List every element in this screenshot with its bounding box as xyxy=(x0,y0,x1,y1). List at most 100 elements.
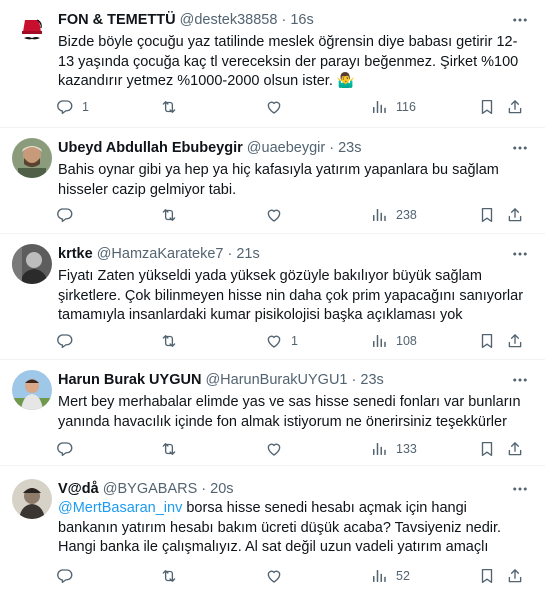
share-button[interactable] xyxy=(506,439,524,459)
timestamp[interactable]: 16s xyxy=(290,12,313,28)
display-name[interactable]: Ubeyd Abdullah Ebubeygir xyxy=(58,140,243,156)
bookmark-button[interactable] xyxy=(478,439,496,459)
like-button[interactable]: 1 xyxy=(265,331,298,351)
tweet-text: @MertBasaran_inv borsa hisse senedi hesa… xyxy=(58,499,525,558)
share-button[interactable] xyxy=(506,331,524,351)
tweet-header: krtke @HamzaKarateke7 · 21s xyxy=(58,245,505,264)
reply-button[interactable] xyxy=(56,439,82,459)
share-button[interactable] xyxy=(506,97,524,117)
tweet[interactable]: Harun Burak UYGUN @HarunBurakUYGU1 · 23s… xyxy=(0,360,545,466)
bookmark-button[interactable] xyxy=(478,97,496,117)
tweet-text: Mert bey merhabalar elimde yas ve sas hi… xyxy=(58,393,525,432)
separator-dot: · xyxy=(351,372,357,388)
timeline: FON & TEMETTÜ @destek38858 · 16s Bizde b… xyxy=(0,0,545,597)
like-button[interactable] xyxy=(265,205,291,225)
tweet-actions: 133 xyxy=(56,439,504,459)
tweet-header: V@då @BYGABARS · 20s xyxy=(58,480,505,499)
retweet-button[interactable] xyxy=(160,439,186,459)
display-name[interactable]: Harun Burak UYGUN xyxy=(58,372,201,388)
display-name[interactable]: FON & TEMETTÜ xyxy=(58,12,176,28)
reply-button[interactable] xyxy=(56,331,82,351)
views-icon xyxy=(370,440,388,458)
like-icon xyxy=(265,567,283,585)
retweet-button[interactable] xyxy=(160,566,186,586)
share-icon xyxy=(506,567,524,585)
more-icon[interactable] xyxy=(509,138,531,158)
views-button[interactable]: 238 xyxy=(370,205,417,225)
view-count: 52 xyxy=(396,569,410,583)
more-icon[interactable] xyxy=(509,244,531,264)
avatar[interactable] xyxy=(12,244,52,284)
reply-icon xyxy=(56,98,74,116)
timestamp[interactable]: 20s xyxy=(210,481,233,497)
reply-button[interactable] xyxy=(56,205,82,225)
bookmark-icon xyxy=(478,440,496,458)
reply-count: 1 xyxy=(82,100,89,114)
like-button[interactable] xyxy=(265,566,291,586)
retweet-button[interactable] xyxy=(160,331,186,351)
tweet-header: Ubeyd Abdullah Ebubeygir @uaebeygir · 23… xyxy=(58,139,505,158)
like-icon xyxy=(265,440,283,458)
mention-link[interactable]: @MertBasaran_inv xyxy=(58,500,182,516)
tweet-actions: 1 116 xyxy=(56,97,504,117)
tweet[interactable]: V@då @BYGABARS · 20s @MertBasaran_inv bo… xyxy=(0,469,545,597)
reply-icon xyxy=(56,567,74,585)
views-button[interactable]: 133 xyxy=(370,439,417,459)
views-icon xyxy=(370,332,388,350)
like-icon xyxy=(265,98,283,116)
separator-dot: · xyxy=(227,246,233,262)
share-icon xyxy=(506,98,524,116)
more-icon[interactable] xyxy=(509,370,531,390)
reply-icon xyxy=(56,440,74,458)
tweet-body: Bizde böyle çocuğu yaz tatilinde meslek … xyxy=(58,34,519,89)
views-button[interactable]: 52 xyxy=(370,566,410,586)
user-handle[interactable]: @uaebeygir xyxy=(247,140,325,156)
views-button[interactable]: 116 xyxy=(370,97,416,117)
reply-button[interactable]: 1 xyxy=(56,97,89,117)
bookmark-button[interactable] xyxy=(478,331,496,351)
like-button[interactable] xyxy=(265,439,291,459)
views-button[interactable]: 108 xyxy=(370,331,417,351)
separator-dot: · xyxy=(201,481,207,497)
user-handle[interactable]: @HamzaKarateke7 xyxy=(97,246,224,262)
avatar[interactable] xyxy=(12,138,52,178)
view-count: 133 xyxy=(396,442,417,456)
timestamp[interactable]: 21s xyxy=(236,246,259,262)
user-handle[interactable]: @destek38858 xyxy=(180,12,278,28)
tweet-text: Fiyatı Zaten yükseldi yada yüksek gözüyl… xyxy=(58,267,525,326)
reply-button[interactable] xyxy=(56,566,82,586)
share-icon xyxy=(506,440,524,458)
user-handle[interactable]: @BYGABARS xyxy=(103,481,198,497)
display-name[interactable]: V@då xyxy=(58,481,99,497)
share-button[interactable] xyxy=(506,566,524,586)
views-icon xyxy=(370,98,388,116)
like-button[interactable] xyxy=(265,97,291,117)
display-name[interactable]: krtke xyxy=(58,246,93,262)
retweet-button[interactable] xyxy=(160,97,186,117)
retweet-icon xyxy=(160,98,178,116)
view-count: 108 xyxy=(396,334,417,348)
like-icon xyxy=(265,206,283,224)
bookmark-icon xyxy=(478,567,496,585)
user-handle[interactable]: @HarunBurakUYGU1 xyxy=(205,372,347,388)
retweet-button[interactable] xyxy=(160,205,186,225)
bookmark-button[interactable] xyxy=(478,205,496,225)
avatar[interactable] xyxy=(12,10,52,50)
more-icon[interactable] xyxy=(509,479,531,499)
timestamp[interactable]: 23s xyxy=(360,372,383,388)
tweet-body: Bahis oynar gibi ya hep ya hiç kafasıyla… xyxy=(58,162,499,198)
more-icon[interactable] xyxy=(509,10,531,30)
avatar[interactable] xyxy=(12,370,52,410)
timestamp[interactable]: 23s xyxy=(338,140,361,156)
separator-dot: · xyxy=(281,12,287,28)
tweet-text: Bizde böyle çocuğu yaz tatilinde meslek … xyxy=(58,33,525,92)
tweet[interactable]: Ubeyd Abdullah Ebubeygir @uaebeygir · 23… xyxy=(0,128,545,234)
avatar[interactable] xyxy=(12,479,52,519)
like-icon xyxy=(265,332,283,350)
tweet[interactable]: krtke @HamzaKarateke7 · 21s Fiyatı Zaten… xyxy=(0,234,545,360)
share-button[interactable] xyxy=(506,205,524,225)
tweet[interactable]: FON & TEMETTÜ @destek38858 · 16s Bizde b… xyxy=(0,0,545,128)
bookmark-button[interactable] xyxy=(478,566,496,586)
retweet-icon xyxy=(160,332,178,350)
like-count: 1 xyxy=(291,334,298,348)
